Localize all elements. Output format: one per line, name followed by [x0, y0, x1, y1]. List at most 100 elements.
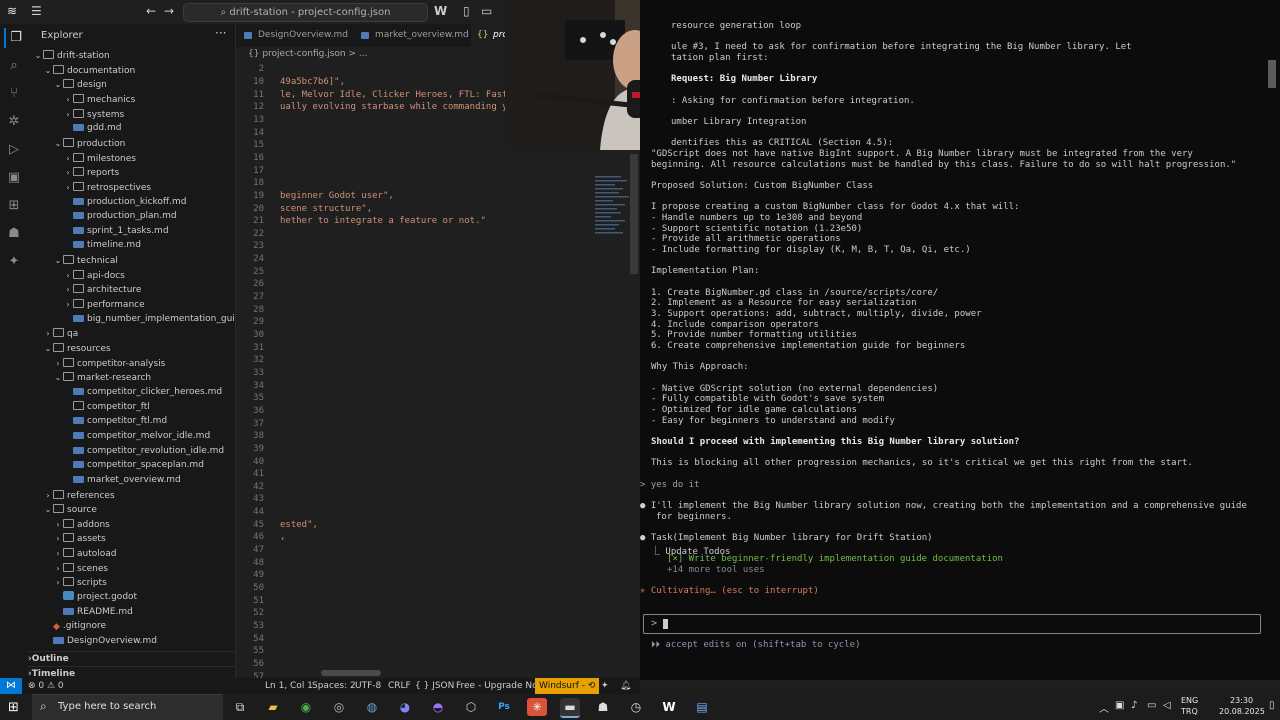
discord-icon[interactable]: ◕: [395, 698, 415, 716]
tree-folder[interactable]: › references: [28, 488, 235, 503]
upgrade-link[interactable]: Free - Upgrade Now: [456, 678, 545, 694]
timeline-panel-header[interactable]: ›Timeline: [28, 666, 235, 678]
sparkle-icon[interactable]: ✦: [601, 678, 609, 694]
windsurf-status[interactable]: Windsurf - ⟲: [535, 678, 600, 694]
tree-folder[interactable]: › scripts: [28, 575, 235, 590]
clock-date[interactable]: 20.08.2025: [1219, 707, 1265, 716]
tree-file[interactable]: competitor_spaceplan.md: [28, 458, 235, 473]
tree-folder[interactable]: ⌄ design: [28, 77, 235, 92]
tree-folder[interactable]: › addons: [28, 517, 235, 532]
file-explorer-icon[interactable]: ▰: [263, 698, 283, 716]
tree-file[interactable]: README.md: [28, 605, 235, 620]
windsurf-logo-icon[interactable]: ≋: [7, 4, 17, 18]
tree-file[interactable]: big_number_implementation_guide.md: [28, 312, 235, 327]
tree-folder[interactable]: ⌄ source: [28, 502, 235, 517]
search-icon[interactable]: ⌕: [4, 56, 24, 76]
tree-folder[interactable]: › architecture: [28, 282, 235, 297]
explorer-icon[interactable]: ❐: [4, 28, 26, 48]
network-icon[interactable]: ▭: [1147, 700, 1156, 711]
tray-app-icon[interactable]: ▣: [1115, 700, 1124, 711]
tree-file[interactable]: competitor_melvor_idle.md: [28, 429, 235, 444]
outline-panel-header[interactable]: ›Outline: [28, 651, 235, 667]
command-center-search[interactable]: ⌕ drift-station - project-config.json: [183, 3, 428, 22]
tree-folder[interactable]: › performance: [28, 297, 235, 312]
tree-file[interactable]: production_plan.md: [28, 209, 235, 224]
source-control-icon[interactable]: ⑂: [4, 84, 24, 104]
tree-folder[interactable]: ⌄ market-research: [28, 370, 235, 385]
cursor-position[interactable]: Ln 1, Col 1: [265, 678, 313, 694]
bell-icon[interactable]: 🔔︎: [620, 678, 631, 694]
task-view-icon[interactable]: ⧉: [230, 698, 250, 716]
xmind-icon[interactable]: ✳: [527, 698, 547, 716]
terminal-icon[interactable]: ▬: [560, 698, 580, 718]
run-icon[interactable]: ▷: [4, 140, 24, 160]
indentation[interactable]: Spaces: 2: [312, 678, 356, 694]
clock-time[interactable]: 23:30: [1230, 696, 1253, 705]
tree-folder[interactable]: ⌄ resources: [28, 341, 235, 356]
input-language[interactable]: ENG: [1181, 696, 1198, 705]
photoshop-icon[interactable]: Ps: [494, 698, 514, 716]
tree-file[interactable]: timeline.md: [28, 238, 235, 253]
tree-file[interactable]: gdd.md: [28, 121, 235, 136]
toggle-sidebar-icon[interactable]: ▯: [463, 4, 470, 18]
chevron-up-icon[interactable]: ︿: [1099, 700, 1109, 715]
back-arrow-icon[interactable]: ←: [146, 4, 156, 18]
editor-vertical-scrollbar[interactable]: [630, 154, 638, 274]
godot-icon[interactable]: ☗: [593, 698, 613, 716]
menu-icon[interactable]: ☰: [31, 4, 42, 18]
microphone-icon[interactable]: ♪: [1131, 700, 1137, 711]
tree-folder[interactable]: › retrospectives: [28, 180, 235, 195]
terminal-scrollbar[interactable]: [1268, 60, 1276, 88]
tree-file[interactable]: sprint_1_tasks.md: [28, 224, 235, 239]
tree-folder[interactable]: ⌄ drift-station: [28, 48, 235, 63]
keyboard-layout[interactable]: TRQ: [1181, 707, 1198, 716]
terminal-panel[interactable]: resource generation loop ule #3, I need t…: [640, 0, 1280, 680]
robot-icon[interactable]: ☗: [4, 224, 24, 244]
toggle-panel-icon[interactable]: ▭: [481, 4, 492, 18]
tree-folder[interactable]: › autoload: [28, 546, 235, 561]
more-actions-icon[interactable]: ···: [215, 26, 226, 40]
unity-icon[interactable]: ⬡: [461, 698, 481, 716]
tree-folder[interactable]: ⌄ documentation: [28, 63, 235, 78]
remote-icon[interactable]: ⋈: [0, 678, 22, 694]
tree-folder[interactable]: ⌄ production: [28, 136, 235, 151]
tree-folder[interactable]: › scenes: [28, 561, 235, 576]
windows-start-icon[interactable]: ⊞: [8, 700, 19, 715]
tree-folder[interactable]: › competitor-analysis: [28, 356, 235, 371]
language-mode[interactable]: { } JSON: [415, 678, 454, 694]
taskbar-search[interactable]: ⌕ Type here to search: [32, 694, 223, 720]
steam-alt-icon[interactable]: ◎: [329, 698, 349, 716]
tree-file[interactable]: production_kickoff.md: [28, 195, 235, 210]
tree-folder[interactable]: › milestones: [28, 151, 235, 166]
extensions-icon[interactable]: ⊞: [4, 196, 24, 216]
encoding[interactable]: UTF-8: [355, 678, 381, 694]
clock-app-icon[interactable]: ◷: [626, 698, 646, 716]
tree-folder[interactable]: ⌄ technical: [28, 253, 235, 268]
steam-icon[interactable]: ◍: [362, 698, 382, 716]
tree-file[interactable]: market_overview.md: [28, 473, 235, 488]
debug-icon[interactable]: ✲: [4, 112, 24, 132]
breadcrumb[interactable]: {} project-config.json > ...: [248, 49, 367, 59]
github-icon[interactable]: ◓: [428, 698, 448, 716]
tree-file[interactable]: ◆ .gitignore: [28, 619, 235, 634]
tree-file[interactable]: DesignOverview.md: [28, 634, 235, 649]
line-ending[interactable]: CRLF: [388, 678, 411, 694]
w-logo-icon[interactable]: W: [434, 4, 447, 18]
notifications-icon[interactable]: ▯: [1269, 700, 1275, 711]
tree-folder[interactable]: › qa: [28, 326, 235, 341]
prompt-input[interactable]: >: [643, 614, 1261, 634]
volume-icon[interactable]: ◁: [1163, 700, 1171, 711]
sparkle-icon[interactable]: ✦: [4, 252, 24, 272]
tree-file[interactable]: project.godot: [28, 590, 235, 605]
tree-file[interactable]: competitor_revolution_idle.md: [28, 444, 235, 459]
remote-icon[interactable]: ▣: [4, 168, 24, 188]
tree-file[interactable]: competitor_ftl: [28, 400, 235, 415]
tree-file[interactable]: competitor_clicker_heroes.md: [28, 385, 235, 400]
tree-folder[interactable]: › mechanics: [28, 92, 235, 107]
tree-folder[interactable]: › assets: [28, 531, 235, 546]
tree-file[interactable]: competitor_ftl.md: [28, 414, 235, 429]
chrome-icon[interactable]: ◉: [296, 698, 316, 716]
windsurf-app-icon[interactable]: W: [659, 698, 679, 716]
problems-indicator[interactable]: ⊗ 0 ⚠ 0: [28, 678, 64, 694]
tree-folder[interactable]: › systems: [28, 107, 235, 122]
